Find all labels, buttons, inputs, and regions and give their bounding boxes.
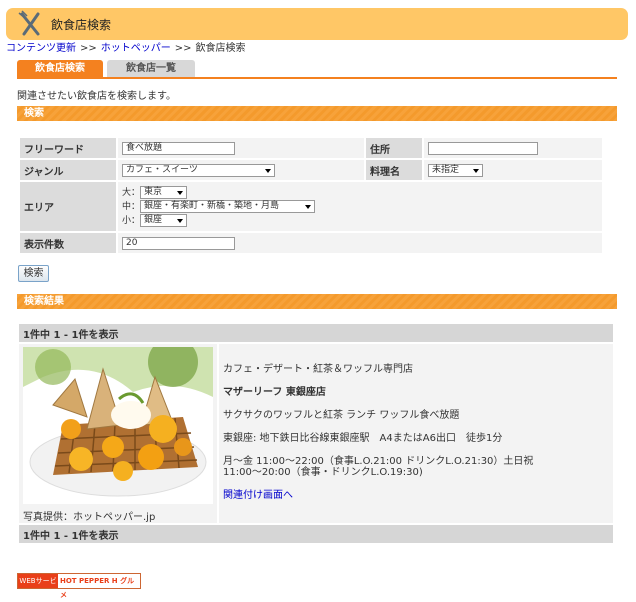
genre-select[interactable]: カフェ・スイーツ bbox=[122, 163, 275, 177]
area-small-select[interactable]: 銀座 bbox=[140, 214, 188, 227]
breadcrumb-separator: >> bbox=[80, 43, 97, 54]
genre-label: ジャンル bbox=[20, 160, 116, 180]
cuisine-select-value: 未指定 bbox=[432, 164, 460, 175]
restaurant-hours-line1: 月～金 11:00～22:00（食事L.O.21:00 ドリンクL.O.21:3… bbox=[223, 456, 534, 467]
address-input[interactable] bbox=[428, 141, 538, 155]
freeword-label: フリーワード bbox=[20, 138, 116, 158]
search-form: フリーワード 食べ放題 住所 ジャンル カフェ・スイーツ 料理名 未指定 エリア… bbox=[18, 136, 604, 255]
result-row: 写真提供：ホットペッパー.jp カフェ・デザート・紅茶＆ワッフル専門店 マザーリ… bbox=[19, 337, 613, 523]
area-label: エリア bbox=[20, 182, 116, 231]
restaurant-catch: サクサクのワッフルと紅茶 ランチ ワッフル食べ放題 bbox=[223, 410, 460, 421]
address-label: 住所 bbox=[366, 138, 422, 158]
hotpepper-webservice-badge[interactable]: WEBサービス HOT PEPPER H グルメ bbox=[17, 573, 141, 599]
cuisine-label: 料理名 bbox=[366, 160, 422, 180]
tab-restaurant-search[interactable]: 飲食店検索 bbox=[17, 60, 103, 77]
area-large-value: 東京 bbox=[144, 187, 163, 197]
badge-right-text: HOT PEPPER H グルメ bbox=[60, 577, 135, 599]
restaurant-category: カフェ・デザート・紅茶＆ワッフル専門店 bbox=[223, 364, 413, 375]
result-info-cell: カフェ・デザート・紅茶＆ワッフル専門店 マザーリーフ 東銀座店 サクサクのワッフ… bbox=[219, 344, 613, 523]
area-middle-value: 銀座・有楽町・新橋・築地・月島 bbox=[144, 201, 280, 211]
area-middle-select[interactable]: 銀座・有楽町・新橋・築地・月島 bbox=[140, 200, 316, 213]
area-small-label: 小： bbox=[122, 216, 141, 226]
results-section-header: 検索結果 bbox=[17, 294, 617, 309]
photo-credit: 写真提供：ホットペッパー.jp bbox=[23, 512, 156, 523]
page-title: 飲食店検索 bbox=[51, 18, 112, 32]
area-large-select[interactable]: 東京 bbox=[140, 186, 188, 199]
genre-select-value: カフェ・スイーツ bbox=[126, 164, 198, 175]
area-middle-label: 中： bbox=[122, 202, 141, 212]
title-bar: 飲食店検索 bbox=[6, 8, 628, 40]
results-table: 1件中 1 - 1件を表示 写真提供：ホットペッパー.jp カフェ・デザート・紅… bbox=[17, 322, 615, 545]
area-large-label: 大： bbox=[122, 188, 141, 198]
breadcrumb-link-content-update[interactable]: コンテンツ更新 bbox=[6, 43, 76, 54]
tab-restaurant-list[interactable]: 飲食店一覧 bbox=[107, 60, 195, 77]
restaurant-hours-line2: 11:00～20:00（食事・ドリンクL.O.19:30) bbox=[223, 467, 423, 478]
count-input[interactable]: 20 bbox=[122, 236, 235, 250]
count-label: 表示件数 bbox=[20, 233, 116, 253]
intro-text: 関連させたい飲食店を検索します。 bbox=[17, 91, 176, 102]
breadcrumb-link-hotpepper[interactable]: ホットペッパー bbox=[101, 43, 171, 54]
search-button[interactable]: 検索 bbox=[18, 265, 49, 282]
badge-left-text: WEBサービス bbox=[18, 574, 58, 599]
restaurant-name: マザーリーフ 東銀座店 bbox=[223, 387, 326, 398]
restaurant-access: 東銀座: 地下鉄日比谷線東銀座駅 A4またはA6出口 徒歩1分 bbox=[223, 433, 503, 444]
chevron-down-icon bbox=[473, 168, 479, 173]
chevron-down-icon bbox=[177, 219, 184, 223]
fork-knife-icon bbox=[18, 10, 40, 36]
cuisine-select[interactable]: 未指定 bbox=[428, 163, 483, 177]
area-small-value: 銀座 bbox=[144, 215, 163, 225]
freeword-input[interactable]: 食べ放題 bbox=[122, 141, 235, 155]
breadcrumb: コンテンツ更新 >> ホットペッパー >> 飲食店検索 bbox=[6, 39, 246, 54]
chevron-down-icon bbox=[305, 205, 312, 209]
breadcrumb-separator: >> bbox=[174, 43, 192, 54]
results-summary-top: 1件中 1 - 1件を表示 bbox=[19, 324, 613, 342]
results-summary-bottom: 1件中 1 - 1件を表示 bbox=[19, 525, 613, 543]
search-section-header: 検索 bbox=[17, 106, 617, 121]
result-photo-cell: 写真提供：ホットペッパー.jp bbox=[19, 337, 217, 523]
restaurant-photo bbox=[23, 337, 213, 504]
breadcrumb-current: 飲食店検索 bbox=[195, 43, 246, 54]
tab-underline bbox=[17, 77, 617, 79]
chevron-down-icon bbox=[265, 168, 271, 173]
link-to-association[interactable]: 関連付け画面へ bbox=[223, 490, 293, 501]
chevron-down-icon bbox=[177, 191, 184, 195]
